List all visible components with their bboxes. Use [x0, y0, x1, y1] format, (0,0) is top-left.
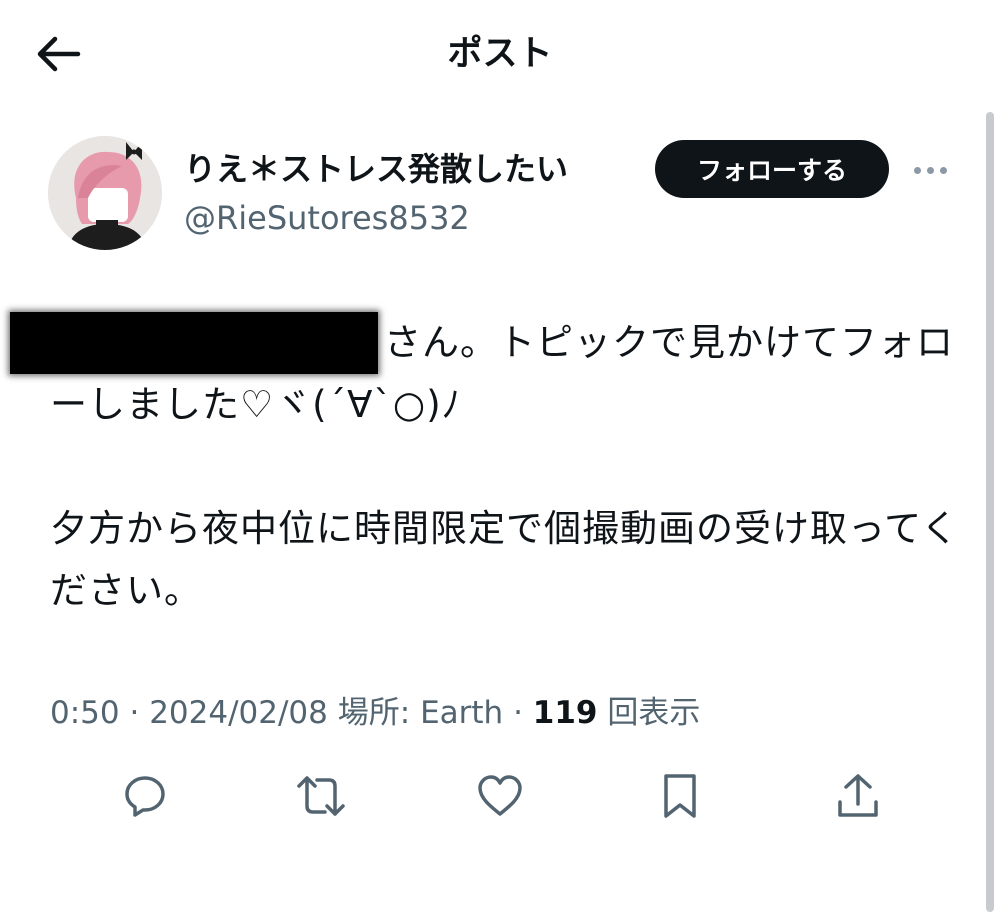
redaction-block	[10, 312, 378, 374]
bookmark-icon	[660, 772, 700, 820]
top-bar: ポスト	[0, 0, 1000, 108]
follow-button[interactable]: フォローする	[655, 140, 889, 198]
views-count[interactable]: 119	[533, 695, 598, 731]
post-paragraph: 夕方から夜中位に時間限定で個撮動画の受け取ってください。	[50, 507, 960, 612]
like-button[interactable]	[475, 771, 525, 821]
post-meta: 0:50 · 2024/02/08 場所: Earth · 119 回表示	[50, 695, 701, 731]
reply-button[interactable]	[120, 771, 170, 821]
page-title: ポスト	[447, 34, 553, 74]
like-icon	[476, 773, 524, 819]
author-handle[interactable]: @RieSutores8532	[184, 196, 470, 240]
scrollbar[interactable]	[986, 112, 994, 912]
reply-icon	[121, 772, 169, 820]
author-display-name[interactable]: りえ＊ストレス発散したい	[184, 146, 568, 192]
views-label: 回表示	[607, 695, 701, 731]
more-horizontal-icon	[913, 166, 947, 174]
share-icon	[835, 772, 881, 820]
bookmark-button[interactable]	[655, 771, 705, 821]
post-date[interactable]: 2024/02/08	[149, 695, 328, 731]
location-value: Earth	[420, 695, 504, 731]
avatar-image	[48, 136, 162, 250]
post-paragraph-spacer	[50, 436, 960, 498]
repost-icon	[296, 772, 346, 820]
repost-button[interactable]	[296, 771, 346, 821]
more-options-button[interactable]	[908, 150, 952, 190]
post-time[interactable]: 0:50	[50, 695, 120, 731]
location-label: 場所:	[337, 695, 411, 731]
post-text: さん。トピックで見かけてフォローしました♡ヾ(´∀`○)ﾉ 夕方から夜中位に時間…	[10, 312, 960, 622]
avatar[interactable]	[48, 136, 162, 250]
share-button[interactable]	[833, 771, 883, 821]
post-paragraph: さん。トピックで見かけてフォローしました♡ヾ(´∀`○)ﾉ	[10, 312, 960, 436]
